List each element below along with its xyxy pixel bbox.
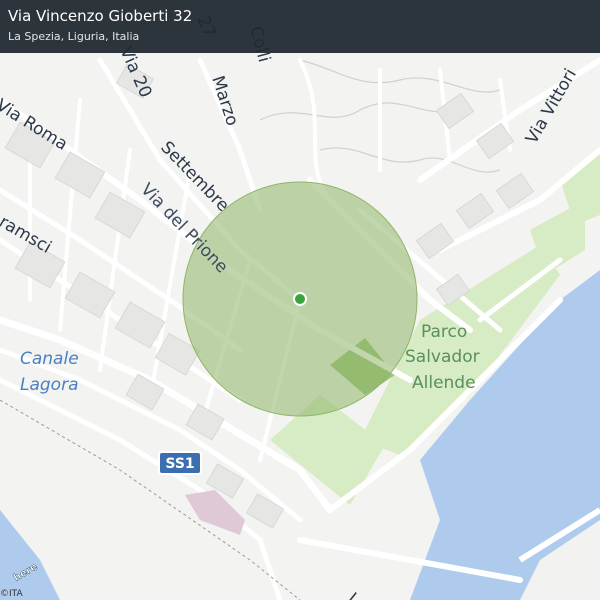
road-shield-label: SS1 [165, 456, 194, 472]
label-allende: Allende [412, 373, 476, 393]
label-lagora: Lagora [20, 375, 79, 395]
map-canvas[interactable]: 27 Marzo Colli Via 20 Settembre Via Roma… [0, 0, 600, 600]
location-dot[interactable] [293, 292, 307, 306]
label-salvador: Salvador [405, 347, 480, 367]
road-shield-ss1: SS1 [158, 451, 202, 475]
address-subtitle: La Spezia, Liguria, Italia [8, 30, 140, 43]
label-parco: Parco [421, 322, 467, 342]
address-header: Via Vincenzo Gioberti 32 La Spezia, Ligu… [0, 0, 600, 53]
address-title: Via Vincenzo Gioberti 32 [8, 7, 193, 25]
copyright: ©ITA [0, 589, 23, 599]
label-canale: Canale [20, 349, 79, 369]
